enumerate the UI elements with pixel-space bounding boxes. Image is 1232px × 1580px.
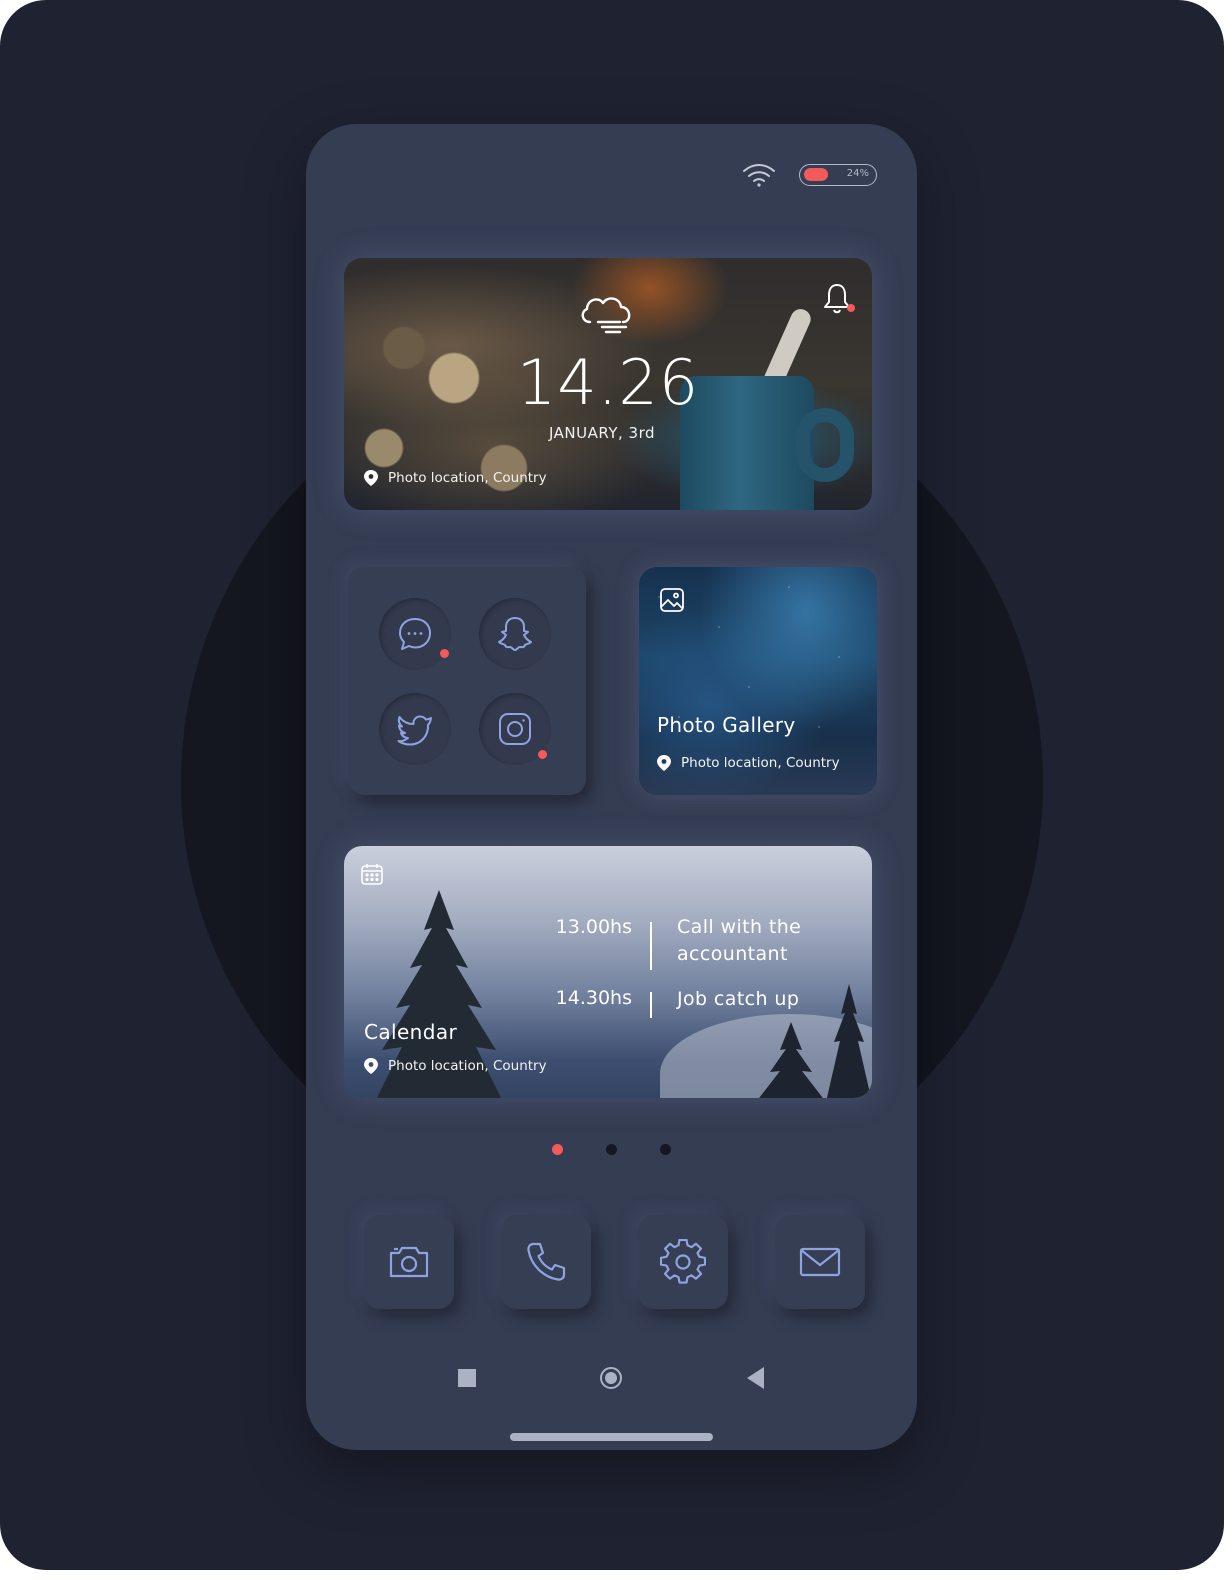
instagram-notification-dot <box>538 750 547 759</box>
phone-icon <box>527 1242 566 1281</box>
photo-gallery-widget[interactable]: Photo Gallery Photo location, Country <box>639 567 877 795</box>
twitter-app[interactable] <box>379 693 451 765</box>
calendar-location: Photo location, Country <box>364 1058 547 1074</box>
event-title-line: Job catch up <box>677 988 800 1010</box>
event-title[interactable]: Call with the accountant <box>677 914 801 968</box>
event-title-line: accountant <box>677 943 788 965</box>
envelope-icon <box>799 1247 841 1277</box>
battery-percent: 24% <box>846 168 869 179</box>
calendar-icon <box>361 864 383 885</box>
wifi-icon <box>743 164 775 187</box>
page-dot[interactable] <box>606 1144 617 1155</box>
location-text: Photo location, Country <box>388 470 547 486</box>
clock-time: 14.26 <box>516 346 700 419</box>
location-pin-icon <box>364 1058 378 1074</box>
phone-button[interactable] <box>501 1215 591 1309</box>
snapchat-app[interactable] <box>479 598 551 670</box>
messages-notification-dot <box>440 649 449 658</box>
page-dot-active[interactable] <box>552 1144 563 1155</box>
clock-widget[interactable]: 14.26 JANUARY, 3rd Photo location, Count… <box>344 258 872 510</box>
event-title[interactable]: Job catch up <box>677 986 799 1013</box>
event-time: 13.00hs <box>555 916 632 938</box>
chat-bubble-icon <box>399 618 431 650</box>
photo-tree-small <box>759 1022 823 1098</box>
home-indicator-bar[interactable] <box>510 1433 713 1441</box>
status-bar: 24% <box>741 162 877 188</box>
notification-dot <box>847 304 855 312</box>
background-frame: 24% 14.26 JANUARY, 3rd Photo location, C… <box>0 0 1224 1570</box>
recent-apps-button[interactable] <box>458 1369 476 1387</box>
apps-widget <box>348 567 586 795</box>
calendar-widget[interactable]: 13.00hs Call with the accountant 14.30hs… <box>344 846 872 1098</box>
camera-icon <box>389 1246 429 1278</box>
ghost-icon <box>498 617 532 651</box>
camera-button[interactable] <box>364 1215 454 1309</box>
location-text: Photo location, Country <box>388 1058 547 1074</box>
messages-app[interactable] <box>379 598 451 670</box>
gear-icon <box>660 1239 706 1284</box>
back-button[interactable] <box>747 1367 764 1389</box>
page-indicator <box>306 1144 917 1155</box>
gallery-location: Photo location, Country <box>657 755 840 771</box>
event-title-line: Call with the <box>677 916 802 938</box>
clock-date: JANUARY, 3rd <box>548 424 655 442</box>
mail-button[interactable] <box>775 1215 865 1309</box>
battery-fill <box>804 168 828 181</box>
camera-square-icon <box>499 713 531 745</box>
location-pin-icon <box>657 755 671 771</box>
photo-tree-right <box>826 984 872 1098</box>
gallery-title: Photo Gallery <box>657 713 796 737</box>
home-button[interactable] <box>600 1367 622 1389</box>
page-dot[interactable] <box>660 1144 671 1155</box>
event-time: 14.30hs <box>555 987 632 1009</box>
image-icon <box>660 588 684 612</box>
event-divider <box>650 922 652 970</box>
battery-indicator: 24% <box>799 164 877 186</box>
clock-location: Photo location, Country <box>364 470 547 486</box>
cloud-wind-icon <box>581 297 631 334</box>
location-text: Photo location, Country <box>681 755 840 771</box>
settings-button[interactable] <box>638 1215 728 1309</box>
phone-screen: 24% 14.26 JANUARY, 3rd Photo location, C… <box>306 124 917 1450</box>
photo-mug-handle <box>796 408 854 482</box>
calendar-title: Calendar <box>364 1020 458 1044</box>
location-pin-icon <box>364 470 378 486</box>
event-divider <box>650 992 652 1018</box>
bird-icon <box>397 715 432 746</box>
